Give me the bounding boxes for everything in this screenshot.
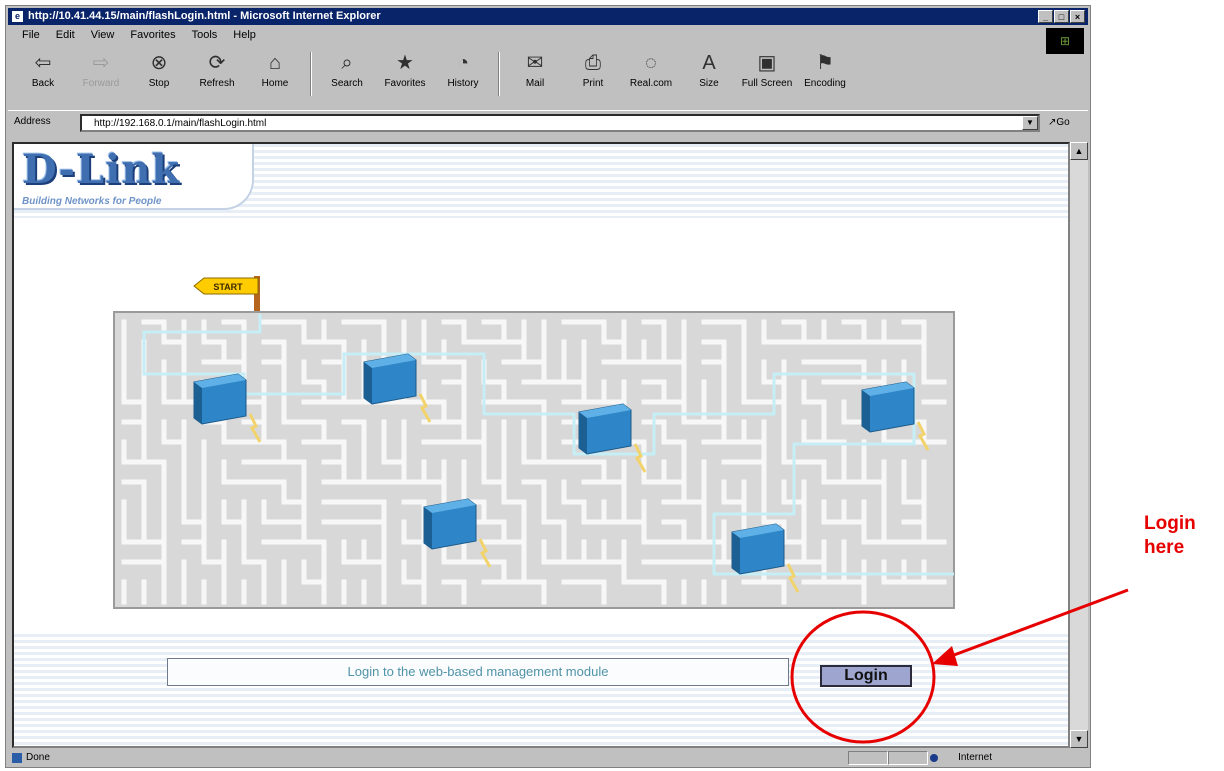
menu-view[interactable]: View — [83, 27, 123, 44]
toolbar-separator — [498, 52, 500, 96]
window-title: http://10.41.44.15/main/flashLogin.html … — [28, 10, 381, 22]
print-button[interactable]: ⎙ Print — [564, 48, 622, 100]
fullscreen-icon: ▣ — [757, 52, 777, 74]
network-switch-icon — [861, 381, 915, 433]
search-button[interactable]: ⌕ Search — [318, 48, 376, 100]
mail-icon: ✉ — [526, 52, 544, 74]
address-bar: Address ▼ ↗Go — [8, 110, 1088, 137]
minimize-button[interactable]: _ — [1038, 10, 1053, 23]
history-icon: ◔ — [456, 52, 470, 74]
encoding-button[interactable]: ⚑ Encoding — [796, 48, 854, 100]
title-bar: e http://10.41.44.15/main/flashLogin.htm… — [8, 8, 1088, 25]
print-icon: ⎙ — [585, 52, 601, 74]
network-switch-icon — [731, 523, 785, 575]
search-icon: ⌕ — [341, 52, 353, 74]
home-button[interactable]: ⌂ Home — [246, 48, 304, 100]
size-button[interactable]: A Size — [680, 48, 738, 100]
mail-button[interactable]: ✉ Mail — [506, 48, 564, 100]
login-button[interactable]: Login — [820, 665, 912, 687]
fullscreen-button[interactable]: ▣ Full Screen — [738, 48, 796, 100]
menu-tools[interactable]: Tools — [184, 27, 226, 44]
start-label: START — [213, 282, 243, 292]
menu-edit[interactable]: Edit — [48, 27, 83, 44]
refresh-icon: ⟳ — [208, 52, 226, 74]
size-icon: A — [702, 52, 716, 74]
realcom-icon: ◌ — [645, 52, 657, 74]
start-sign: START — [193, 276, 260, 312]
menu-file[interactable]: File — [14, 27, 48, 44]
status-segment — [848, 751, 888, 765]
network-switch-icon — [578, 403, 632, 455]
dlink-banner: D-Link Building Networks for People — [14, 144, 1068, 218]
stop-icon: ⊗ — [150, 52, 168, 74]
scroll-down-icon[interactable]: ▼ — [1070, 730, 1088, 748]
address-input[interactable] — [80, 114, 1040, 132]
page-done-icon — [12, 753, 22, 763]
favorites-icon: ★ — [396, 52, 414, 74]
logo-tab: D-Link Building Networks for People — [14, 144, 254, 210]
network-switch-icon — [363, 353, 417, 405]
home-icon: ⌂ — [268, 52, 282, 74]
network-switch-icon — [193, 373, 247, 425]
toolbar-separator — [310, 52, 312, 96]
go-button[interactable]: ↗Go — [1048, 117, 1070, 128]
status-bar: Done Internet — [8, 750, 1088, 766]
vertical-scrollbar[interactable]: ▲ ▼ — [1070, 142, 1088, 748]
stop-button[interactable]: ⊗ Stop — [130, 48, 188, 100]
ie-logo-icon: e — [12, 11, 23, 22]
security-zone-text: Internet — [958, 752, 992, 763]
encoding-icon: ⚑ — [816, 52, 834, 74]
menu-help[interactable]: Help — [225, 27, 264, 44]
dlink-logo: D-Link — [22, 146, 181, 193]
menu-bar: File Edit View Favorites Tools Help — [8, 27, 1088, 44]
maze-graphic: START — [113, 276, 955, 609]
login-strip — [14, 634, 1068, 746]
address-dropdown-icon[interactable]: ▼ — [1022, 116, 1038, 130]
annotation-line-2: here — [1144, 537, 1185, 558]
login-prompt-box: Login to the web-based management module — [167, 658, 789, 686]
page-viewport: D-Link Building Networks for People STAR… — [12, 142, 1070, 748]
browser-window: e http://10.41.44.15/main/flashLogin.htm… — [5, 5, 1091, 768]
refresh-button[interactable]: ⟳ Refresh — [188, 48, 246, 100]
close-button[interactable]: × — [1070, 10, 1085, 23]
forward-button[interactable]: ⇨ Forward — [72, 48, 130, 100]
menu-favorites[interactable]: Favorites — [122, 27, 183, 44]
scroll-up-icon[interactable]: ▲ — [1070, 142, 1088, 160]
forward-arrow-icon: ⇨ — [92, 52, 110, 74]
address-label: Address — [14, 116, 51, 127]
windows-logo-icon: ⊞ — [1046, 28, 1084, 54]
annotation-label: Login here — [1144, 512, 1196, 560]
back-button[interactable]: ⇦ Back — [14, 48, 72, 100]
toolbar: ⇦ Back ⇨ Forward ⊗ Stop ⟳ Refresh ⌂ Home… — [8, 48, 1042, 100]
realcom-button[interactable]: ◌ Real.com — [622, 48, 680, 100]
back-arrow-icon: ⇦ — [34, 52, 52, 74]
maximize-button[interactable]: □ — [1054, 10, 1069, 23]
annotation-line-1: Login — [1144, 513, 1196, 534]
status-segment — [888, 751, 928, 765]
dlink-tagline: Building Networks for People — [22, 196, 162, 207]
history-button[interactable]: ◔ History — [434, 48, 492, 100]
favorites-button[interactable]: ★ Favorites — [376, 48, 434, 100]
status-text: Done — [26, 752, 50, 763]
network-switch-icon — [423, 498, 477, 550]
internet-zone-icon — [930, 754, 938, 762]
